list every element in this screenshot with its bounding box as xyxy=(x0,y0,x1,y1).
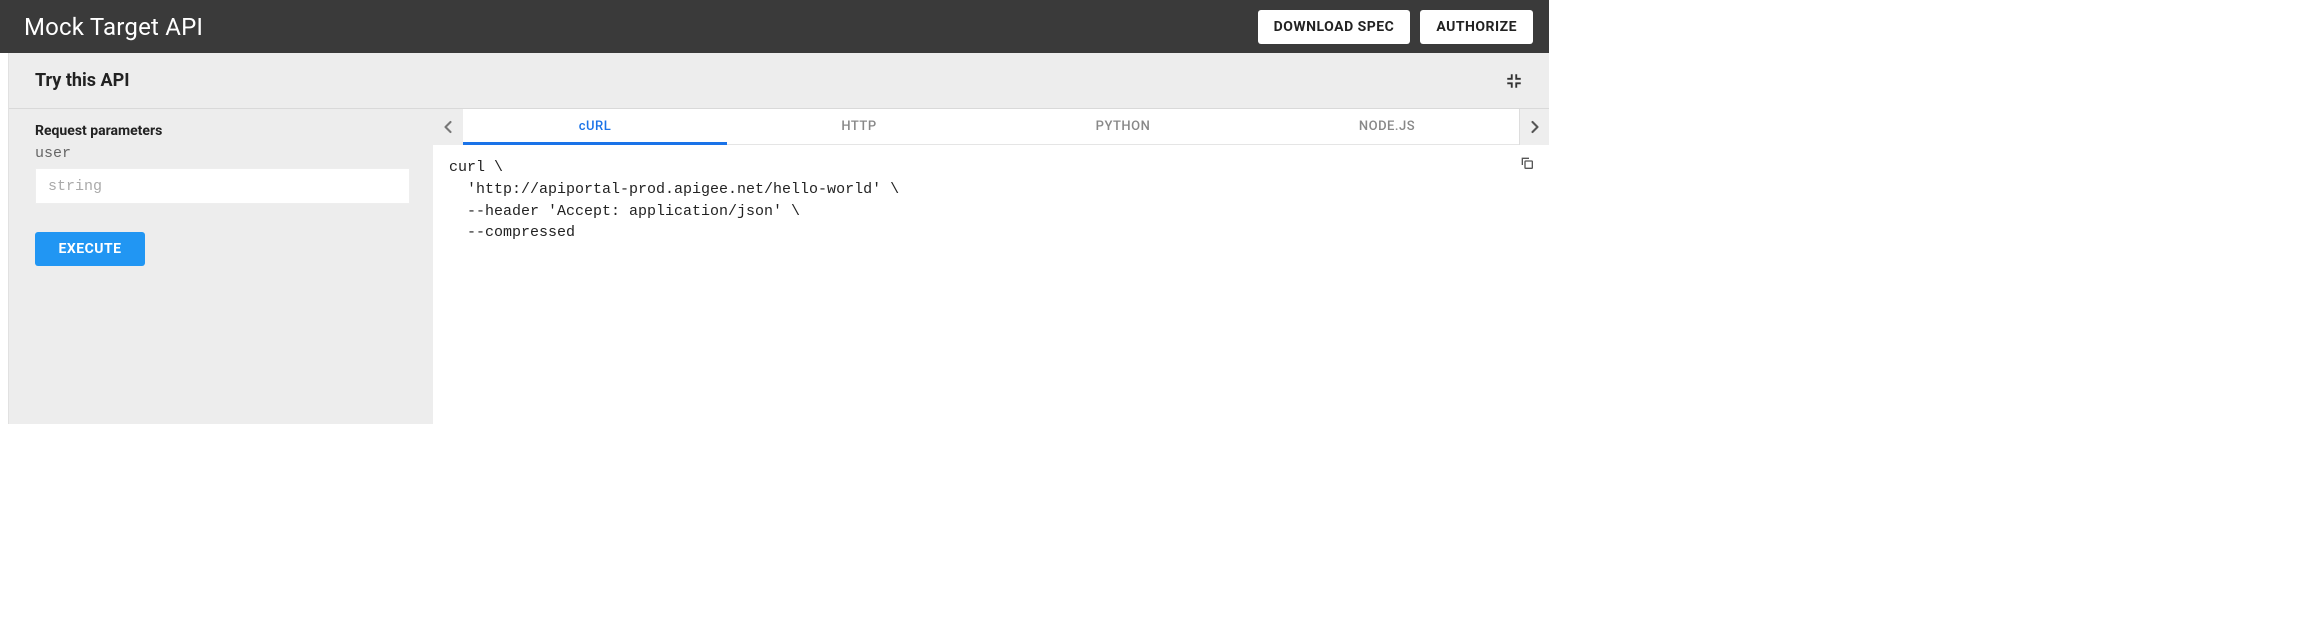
app-title: Mock Target API xyxy=(24,13,203,41)
tab-nodejs[interactable]: NODE.JS xyxy=(1255,109,1519,144)
request-parameters-label: Request parameters xyxy=(35,123,407,139)
copy-icon[interactable] xyxy=(1519,155,1535,171)
tab-http[interactable]: HTTP xyxy=(727,109,991,144)
panel-body: Request parameters user EXECUTE cURL HTT… xyxy=(9,109,1549,424)
authorize-button[interactable]: AUTHORIZE xyxy=(1420,10,1533,44)
request-parameters-section: Request parameters user EXECUTE xyxy=(9,109,433,424)
code-sample-section: cURL HTTP PYTHON NODE.JS curl \ 'http://… xyxy=(433,109,1549,424)
param-name-user: user xyxy=(35,145,407,162)
tab-python[interactable]: PYTHON xyxy=(991,109,1255,144)
code-text: curl \ 'http://apiportal-prod.apigee.net… xyxy=(449,159,899,241)
download-spec-button[interactable]: DOWNLOAD SPEC xyxy=(1258,10,1411,44)
tab-curl[interactable]: cURL xyxy=(463,109,727,144)
topbar: Mock Target API DOWNLOAD SPEC AUTHORIZE xyxy=(0,0,1549,53)
execute-button[interactable]: EXECUTE xyxy=(35,232,145,266)
tabs-scroll-left-button[interactable] xyxy=(433,109,463,145)
tabs-scroll-right-button[interactable] xyxy=(1519,109,1549,145)
panel-header: Try this API xyxy=(9,53,1549,109)
tabs-row: cURL HTTP PYTHON NODE.JS xyxy=(433,109,1549,145)
param-input-user[interactable] xyxy=(35,168,410,204)
panel-title: Try this API xyxy=(35,70,129,91)
topbar-buttons: DOWNLOAD SPEC AUTHORIZE xyxy=(1258,10,1533,44)
code-tabs: cURL HTTP PYTHON NODE.JS xyxy=(463,109,1519,145)
code-sample: curl \ 'http://apiportal-prod.apigee.net… xyxy=(433,145,1549,424)
try-api-panel: Try this API Request parameters user EXE… xyxy=(8,53,1549,424)
collapse-icon[interactable] xyxy=(1505,72,1523,90)
